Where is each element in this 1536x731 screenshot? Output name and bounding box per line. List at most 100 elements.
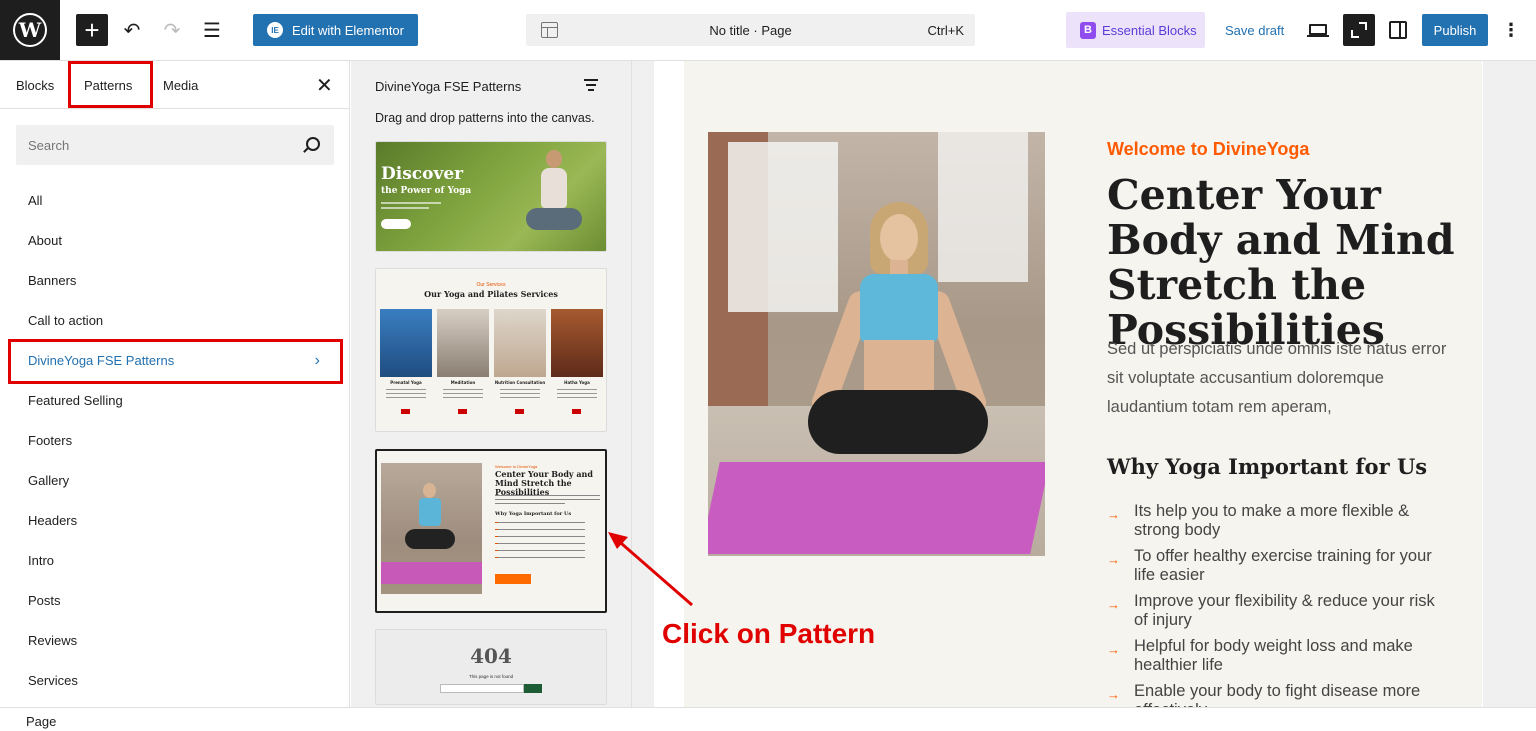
category-highlight-box — [8, 339, 343, 384]
card-search-button — [524, 684, 542, 693]
pattern-card-services[interactable]: Our Services Our Yoga and Pilates Servic… — [375, 268, 607, 432]
card-subheading: Why Yoga Important for Us — [495, 511, 572, 517]
close-inserter-button[interactable]: ✕ — [316, 73, 333, 98]
card-404-text: This page is not found — [468, 674, 514, 679]
category-footers[interactable]: Footers — [0, 421, 350, 461]
pattern-panel-description: Drag and drop patterns into the canvas. — [375, 111, 595, 125]
inserted-pattern-section[interactable]: Welcome to DivineYoga Center Your Body a… — [684, 61, 1482, 707]
service-label: Hatha Yoga — [564, 380, 590, 385]
command-palette-bar[interactable]: No title · Page Ctrl+K — [526, 14, 975, 46]
card-button — [495, 574, 531, 584]
list-view-icon: ☰ — [203, 19, 221, 42]
editor-toolbar: W + ↶ ↷ ☰ IE Edit with Elementor No titl… — [0, 0, 1536, 61]
settings-sidebar-toggle[interactable] — [1389, 21, 1407, 39]
list-item: → To offer healthy exercise training for … — [1107, 547, 1432, 584]
category-gallery[interactable]: Gallery — [0, 461, 350, 501]
wordpress-icon: W — [13, 13, 47, 47]
breadcrumb-page[interactable]: Page — [26, 714, 56, 729]
category-banners[interactable]: Banners — [0, 261, 350, 301]
hero-headline: Center Your Body and Mind Stretch the Po… — [1107, 171, 1455, 354]
category-services[interactable]: Services — [0, 661, 350, 701]
undo-button[interactable]: ↶ — [116, 14, 148, 46]
undo-icon: ↶ — [123, 19, 141, 42]
yoga-woman-image[interactable] — [708, 132, 1045, 556]
filter-icon[interactable] — [584, 79, 598, 94]
card-heading: Center Your Body and Mind Stretch the Po… — [495, 469, 593, 497]
category-featured-selling[interactable]: Featured Selling — [0, 381, 350, 421]
service-image — [494, 309, 546, 377]
arrow-right-icon: → — [1107, 597, 1120, 612]
arrow-right-icon: → — [1107, 552, 1120, 567]
category-headers[interactable]: Headers — [0, 501, 350, 541]
options-menu-button[interactable]: ⋮ — [1499, 14, 1523, 46]
search-icon[interactable] — [306, 137, 320, 151]
elementor-label: Edit with Elementor — [292, 22, 404, 38]
arrow-right-icon: → — [1107, 687, 1120, 702]
edit-with-elementor-button[interactable]: IE Edit with Elementor — [253, 14, 418, 46]
essential-blocks-label: Essential Blocks — [1102, 22, 1197, 38]
pattern-preview-panel: DivineYoga FSE Patterns Drag and drop pa… — [351, 61, 632, 707]
yoga-photo-thumbnail — [381, 463, 482, 594]
card-subheading: the Power of Yoga — [381, 186, 472, 196]
hero-paragraph: Sed ut perspiciatis unde omnis iste natu… — [1107, 340, 1447, 416]
expand-icon — [1359, 22, 1367, 30]
shortcut-hint: Ctrl+K — [927, 23, 964, 38]
card-heading: Our Yoga and Pilates Services — [424, 289, 558, 299]
yoga-figure-image — [526, 150, 582, 250]
category-intro[interactable]: Intro — [0, 541, 350, 581]
click-on-pattern-annotation: Click on Pattern — [662, 618, 876, 649]
benefits-list: → Its help you to make a more flexible & … — [1107, 502, 1447, 707]
list-item: → Its help you to make a more flexible & … — [1107, 502, 1410, 539]
pattern-card-hero[interactable]: Discover the Power of Yoga — [375, 141, 607, 252]
elementor-icon: IE — [267, 22, 283, 38]
card-search-field — [440, 684, 524, 693]
add-block-button[interactable]: + — [76, 14, 108, 46]
service-image — [551, 309, 603, 377]
essential-blocks-button[interactable]: B Essential Blocks — [1066, 12, 1205, 48]
service-label: Meditation — [450, 380, 476, 385]
annotation-arrow-icon — [608, 532, 693, 607]
service-label: Nutrition Consultation — [494, 380, 546, 385]
block-inserter-panel: Blocks Patterns Media ✕ All About Banner… — [0, 61, 350, 707]
pattern-panel-title: DivineYoga FSE Patterns — [375, 79, 522, 94]
wordpress-logo-button[interactable]: W — [0, 0, 60, 60]
save-draft-button[interactable]: Save draft — [1225, 23, 1284, 38]
arrow-right-icon: → — [1107, 507, 1120, 522]
category-call-to-action[interactable]: Call to action — [0, 301, 350, 341]
pattern-category-list: All About Banners Call to action DivineY… — [0, 181, 350, 701]
tab-blocks[interactable]: Blocks — [16, 78, 54, 93]
publish-button[interactable]: Publish — [1422, 14, 1488, 46]
inserter-tabs: Blocks Patterns Media ✕ — [0, 61, 350, 109]
service-image — [437, 309, 489, 377]
document-overview-button[interactable]: ☰ — [196, 14, 228, 46]
preview-device-button[interactable] — [1306, 14, 1330, 46]
service-image — [380, 309, 432, 377]
category-reviews[interactable]: Reviews — [0, 621, 350, 661]
fullscreen-toggle-button[interactable] — [1343, 14, 1375, 46]
pattern-card-about-selected[interactable]: Welcome to DivineYoga Center Your Body a… — [375, 449, 607, 613]
redo-button[interactable]: ↷ — [156, 14, 188, 46]
editor-canvas: Welcome to DivineYoga Center Your Body a… — [632, 61, 1536, 707]
list-item: → Helpful for body weight loss and make h… — [1107, 637, 1413, 674]
plus-icon: + — [84, 15, 100, 45]
welcome-label: Welcome to DivineYoga — [1107, 139, 1310, 159]
why-yoga-heading: Why Yoga Important for Us — [1107, 454, 1428, 479]
list-item: → Enable your body to fight disease more … — [1107, 682, 1421, 707]
category-posts[interactable]: Posts — [0, 581, 350, 621]
pattern-card-404[interactable]: 404 This page is not found — [375, 629, 607, 705]
redo-icon: ↷ — [163, 19, 181, 42]
card-subtitle: Our Services — [476, 282, 506, 288]
search-input[interactable] — [16, 125, 276, 165]
editor-status-bar: Page — [0, 707, 1536, 731]
tab-media[interactable]: Media — [163, 78, 198, 93]
card-read-more — [381, 219, 411, 229]
card-heading: Discover — [381, 164, 464, 184]
pattern-search-box — [16, 125, 334, 165]
list-item: → Improve your flexibility & reduce your … — [1107, 592, 1435, 629]
category-all[interactable]: All — [0, 181, 350, 221]
patterns-tab-highlight — [68, 61, 153, 108]
document-title: No title · Page — [709, 23, 792, 38]
category-about[interactable]: About — [0, 221, 350, 261]
card-404-code: 404 — [470, 644, 512, 668]
essential-blocks-icon: B — [1080, 21, 1096, 39]
